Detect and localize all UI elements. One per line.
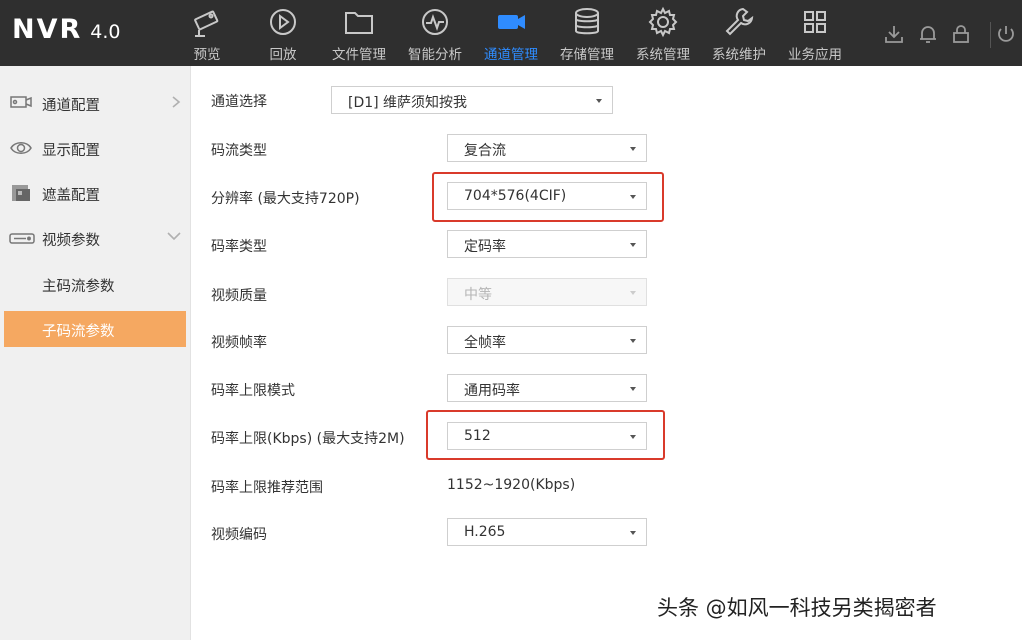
nav-label: 系统管理 [636,47,690,63]
nav-label: 业务应用 [788,47,842,63]
sidebar-item-channel-config[interactable]: 通道配置 [0,83,191,123]
nav-label: 存储管理 [560,47,614,63]
bitrate-limit-mode-dropdown[interactable]: 通用码率 [447,374,647,402]
video-param-icon [9,233,35,244]
stream-type-dropdown[interactable]: 复合流 [447,134,647,162]
bitrate-limit-mode-label: 码率上限模式 [211,383,295,399]
sidebar-subitem-label: 主码流参数 [42,279,115,295]
nav-smart-analysis[interactable]: 智能分析 [397,0,473,66]
nav-system-maintenance[interactable]: 系统维护 [701,0,777,66]
playback-icon [270,9,296,35]
frame-rate-dropdown[interactable]: 全帧率 [447,326,647,354]
bitrate-range-value: 1152~1920(Kbps) [447,477,576,493]
bell-icon[interactable] [918,24,938,44]
caret-down-icon [630,531,636,535]
caret-down-icon [630,435,636,439]
nav-storage-management[interactable]: 存储管理 [549,0,625,66]
caret-down-icon [596,99,602,103]
nav-label: 智能分析 [408,47,462,63]
camera-icon [194,10,219,37]
dropdown-value: H.265 [464,524,506,540]
sidebar-item-label: 遮盖配置 [42,188,100,204]
sidebar: 通道配置 显示配置 遮盖配置 视频参数 主码流参数 子码流参数 [0,66,191,640]
channel-select-label: 通道选择 [211,94,267,110]
sidebar-item-label: 显示配置 [42,143,100,159]
dropdown-value: 定码率 [464,239,506,255]
wrench-icon [725,7,754,36]
dropdown-value: [D1] 维萨须知按我 [348,95,468,111]
dropdown-value: 通用码率 [464,383,520,399]
dropdown-value: 全帧率 [464,335,506,351]
video-codec-label: 视频编码 [211,527,267,543]
eye-icon [10,142,32,154]
grid-apps-icon [804,11,826,33]
nav-preview[interactable]: 预览 [169,0,245,66]
caret-down-icon [630,339,636,343]
sidebar-subitem-label: 子码流参数 [42,324,115,340]
nav-playback[interactable]: 回放 [245,0,321,66]
app-logo: NVR 4.0 [12,14,121,45]
sidebar-subitem-sub-stream[interactable]: 子码流参数 [4,311,186,347]
dropdown-value: 512 [464,428,491,444]
database-icon [575,8,599,35]
sidebar-item-display-config[interactable]: 显示配置 [0,128,191,168]
app-version: 4.0 [90,21,121,43]
bitrate-limit-dropdown[interactable]: 512 [447,422,647,450]
nav-label: 系统维护 [712,47,766,63]
mask-icon [12,185,30,201]
dropdown-value: 704*576(4CIF) [464,188,567,204]
channel-config-icon [10,96,32,108]
channel-camera-icon [498,15,525,29]
toolbar-divider [990,22,991,48]
nav-label: 通道管理 [484,47,538,63]
caret-down-icon [630,291,636,295]
analysis-icon [422,9,448,35]
bitrate-range-label: 码率上限推荐范围 [211,480,323,496]
caret-down-icon [630,387,636,391]
download-icon[interactable] [884,24,904,44]
nav-channel-management[interactable]: 通道管理 [473,0,549,66]
sidebar-item-label: 视频参数 [42,233,100,249]
nav-label: 文件管理 [332,47,386,63]
channel-select-dropdown[interactable]: [D1] 维萨须知按我 [331,86,613,114]
resolution-dropdown[interactable]: 704*576(4CIF) [447,182,647,210]
nav-file-management[interactable]: 文件管理 [321,0,397,66]
bitrate-limit-label: 码率上限(Kbps) (最大支持2M) [211,431,405,447]
app-name: NVR [12,14,83,45]
sidebar-subitem-main-stream[interactable]: 主码流参数 [4,266,186,302]
nav-label: 回放 [269,47,297,63]
nav-label: 预览 [193,47,221,63]
folder-icon [345,12,373,34]
sidebar-item-video-params[interactable]: 视频参数 [0,218,191,258]
frame-rate-label: 视频帧率 [211,335,267,351]
bitrate-type-dropdown[interactable]: 定码率 [447,230,647,258]
video-codec-dropdown[interactable]: H.265 [447,518,647,546]
chevron-right-icon [172,96,181,108]
dropdown-value: 中等 [464,287,492,303]
caret-down-icon [630,195,636,199]
nav-business-apps[interactable]: 业务应用 [777,0,853,66]
nav-system-management[interactable]: 系统管理 [625,0,701,66]
power-icon[interactable] [996,24,1016,44]
video-quality-dropdown: 中等 [447,278,647,306]
dropdown-value: 复合流 [464,143,506,159]
resolution-label: 分辨率 (最大支持720P) [211,191,360,207]
chevron-down-icon [167,232,181,241]
caret-down-icon [630,243,636,247]
caret-down-icon [630,147,636,151]
bitrate-type-label: 码率类型 [211,239,267,255]
sidebar-item-mask-config[interactable]: 遮盖配置 [0,173,191,213]
gear-icon [648,6,678,38]
video-quality-label: 视频质量 [211,288,267,304]
sidebar-item-label: 通道配置 [42,98,100,114]
lock-icon[interactable] [951,24,971,44]
top-navigation-bar: NVR 4.0 预览 回放 文件管理 智能分析 通道管理 存储管理 系统管理 系统… [0,0,1022,66]
watermark-text: 头条 @如风一科技另类揭密者 [657,596,937,620]
stream-type-label: 码流类型 [211,143,267,159]
